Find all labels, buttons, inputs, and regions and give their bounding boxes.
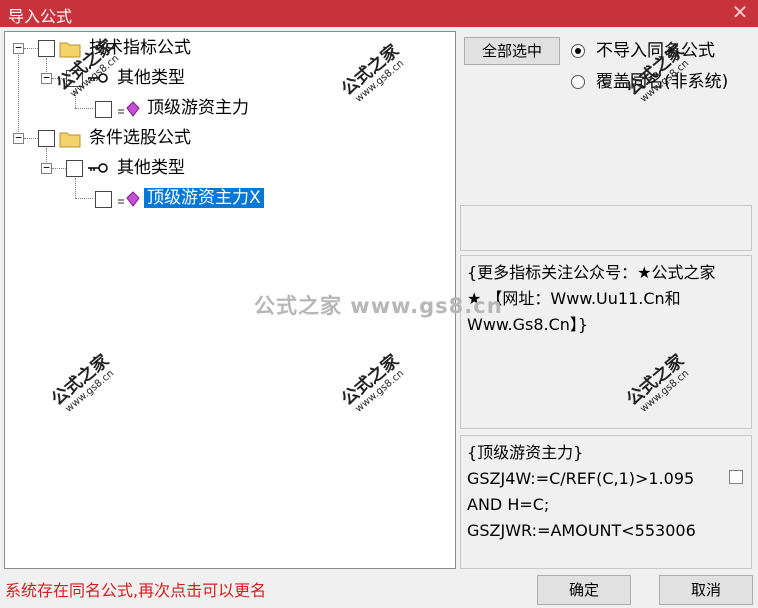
tree-node-stock-screen[interactable]: − 条件选股公式 <box>5 128 225 148</box>
tree-node-other-types[interactable]: − 其他类型 <box>5 158 205 178</box>
tree-checkbox[interactable] <box>66 160 83 177</box>
key-icon <box>88 163 108 173</box>
code-box: {顶级游资主力} GSZJ4W:=C/REF(C,1)>1.095 AND H=… <box>460 435 752 569</box>
code-checkbox[interactable] <box>729 470 743 484</box>
radio-button[interactable] <box>571 75 585 89</box>
formula-gem-icon <box>118 191 140 207</box>
window-title: 导入公式 <box>8 7 73 26</box>
collapse-toggle[interactable]: − <box>41 162 52 174</box>
radio-overwrite[interactable]: 覆盖同名(非系统) <box>571 72 751 92</box>
close-icon[interactable]: ✕ <box>730 2 750 22</box>
tree-node-label: 其他类型 <box>117 68 185 88</box>
tree-checkbox[interactable] <box>38 130 55 147</box>
empty-field <box>460 205 752 251</box>
radio-button[interactable] <box>571 44 585 58</box>
tree-checkbox[interactable] <box>38 40 55 57</box>
formula-gem-icon <box>118 101 140 117</box>
tree-checkbox[interactable] <box>66 70 83 87</box>
ok-button[interactable]: 确定 <box>537 575 631 605</box>
folder-icon <box>59 132 81 148</box>
tree-connector <box>18 48 19 140</box>
key-icon <box>88 73 108 83</box>
formula-description: {更多指标关注公众号：★公式之家★ 【网址：Www.Uu11.Cn和Www.Gs… <box>467 263 716 334</box>
tree-node-other-types[interactable]: − 其他类型 <box>5 68 205 88</box>
collapse-toggle[interactable]: − <box>41 72 52 84</box>
tree-node-tech-indicators[interactable]: − 技术指标公式 <box>5 38 225 58</box>
radio-no-import[interactable]: 不导入同名公式 <box>571 41 751 61</box>
cancel-button[interactable]: 取消 <box>659 575 753 605</box>
center-watermark: 公式之家 www.gs8.cn <box>254 294 503 318</box>
formula-code: {顶级游资主力} GSZJ4W:=C/REF(C,1)>1.095 AND H=… <box>467 443 696 540</box>
description-box: {更多指标关注公众号：★公式之家★ 【网址：Www.Uu11.Cn和Www.Gs… <box>460 255 752 429</box>
collapse-toggle[interactable]: − <box>13 42 24 54</box>
tree-node-formula[interactable]: 顶级游资主力 <box>5 98 265 118</box>
tree-node-label: 顶级游资主力X <box>144 188 264 208</box>
tree-node-label: 其他类型 <box>117 158 185 178</box>
options-panel: 全部选中 不导入同名公式 覆盖同名(非系统) {更多指标关注公众号：★公式之家★… <box>460 31 754 569</box>
tree-checkbox[interactable] <box>95 191 112 208</box>
tree-node-label: 顶级游资主力 <box>147 98 249 118</box>
tree-node-label: 条件选股公式 <box>89 128 191 148</box>
tree-checkbox[interactable] <box>95 101 112 118</box>
tree-node-label: 技术指标公式 <box>89 38 191 58</box>
radio-label: 不导入同名公式 <box>596 41 715 61</box>
status-message: 系统存在同名公式,再次点击可以更名 <box>5 581 267 600</box>
collapse-toggle[interactable]: − <box>13 132 24 144</box>
folder-icon <box>59 42 81 58</box>
tree-node-formula-selected[interactable]: 顶级游资主力X <box>5 188 285 208</box>
title-bar: 导入公式 ✕ <box>0 0 758 27</box>
radio-label: 覆盖同名(非系统) <box>596 72 729 92</box>
select-all-button[interactable]: 全部选中 <box>464 37 560 65</box>
